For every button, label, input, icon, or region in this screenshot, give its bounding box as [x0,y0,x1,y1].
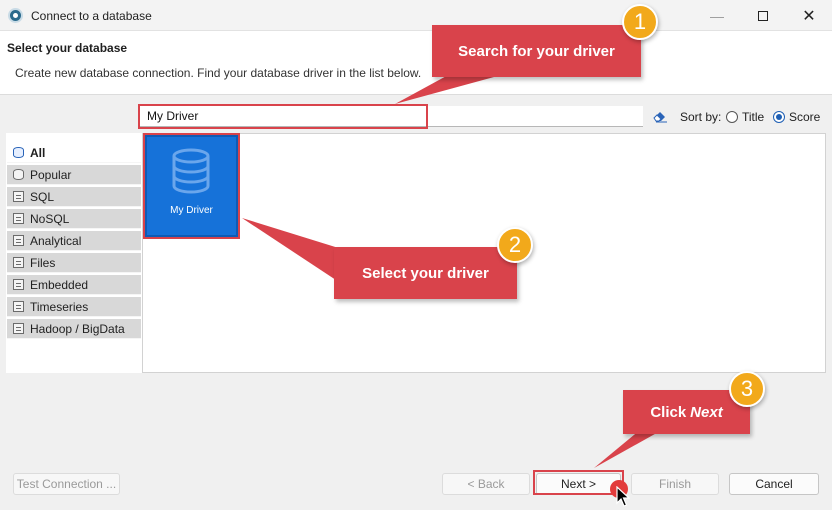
document-icon [13,191,24,202]
finish-button[interactable]: Finish [631,473,719,495]
sort-score-label: Score [789,110,821,124]
page-description: Create new database connection. Find you… [15,66,422,80]
radio-unselected-icon [726,111,738,123]
category-hadoop-bigdata[interactable]: Hadoop / BigData [7,319,141,339]
step-badge-1: 1 [622,4,658,40]
callout-text: Search for your driver [458,42,615,60]
step-badge-2: 2 [497,227,533,263]
document-icon [13,257,24,268]
close-button[interactable]: ✕ [786,0,832,31]
sort-score-radio[interactable]: Score [773,110,820,124]
document-icon [13,235,24,246]
sort-by-label: Sort by: [680,110,722,124]
category-timeseries[interactable]: Timeseries [7,297,141,317]
callout-text: Select your driver [362,264,489,282]
category-label: Embedded [30,277,89,292]
eraser-icon[interactable] [652,109,668,123]
category-sql[interactable]: SQL [7,187,141,207]
test-connection-button[interactable]: Test Connection ... [13,473,120,495]
category-label: Timeseries [30,299,89,314]
driver-tile-label: My Driver [170,205,213,216]
sort-title-radio[interactable]: Title [726,110,764,124]
category-analytical[interactable]: Analytical [7,231,141,251]
callout-text: Click [650,403,687,421]
database-icon [13,147,24,158]
document-icon [13,279,24,290]
maximize-button[interactable] [740,0,786,31]
document-icon [13,213,24,224]
next-button[interactable]: Next > [536,473,621,495]
cancel-button[interactable]: Cancel [729,473,819,495]
window-title: Connect to a database [31,9,152,23]
callout-search: Search for your driver [432,25,641,77]
wizard-header: Select your database Create new database… [0,31,832,95]
arrow-3 [594,430,662,468]
category-files[interactable]: Files [7,253,141,273]
radio-selected-icon [773,111,785,123]
sort-title-label: Title [742,110,765,124]
category-label: Files [30,255,56,270]
category-popular[interactable]: Popular [7,165,141,185]
category-label: Popular [30,167,72,182]
driver-tile-my-driver[interactable]: My Driver [145,135,238,237]
mouse-pointer-icon [616,486,630,507]
page-title: Select your database [7,41,128,55]
back-button[interactable]: < Back [442,473,530,495]
category-embedded[interactable]: Embedded [7,275,141,295]
driver-search-input[interactable] [139,106,643,127]
document-icon [13,323,24,334]
app-icon [8,8,23,23]
document-icon [13,301,24,312]
database-icon [172,148,210,194]
title-bar: Connect to a database — ✕ [0,0,832,31]
category-label: All [30,145,46,160]
category-label: Hadoop / BigData [30,321,125,336]
category-label: SQL [30,189,55,204]
category-label: Analytical [30,233,82,248]
callout-emphasis: Next [690,403,723,421]
callout-select: Select your driver [334,247,517,299]
category-nosql[interactable]: NoSQL [7,209,141,229]
category-all[interactable]: All [7,143,141,163]
database-icon [13,169,24,180]
step-badge-3: 3 [729,371,765,407]
maximize-icon [758,10,768,21]
minimize-button[interactable]: — [694,0,740,31]
category-label: NoSQL [30,211,70,226]
